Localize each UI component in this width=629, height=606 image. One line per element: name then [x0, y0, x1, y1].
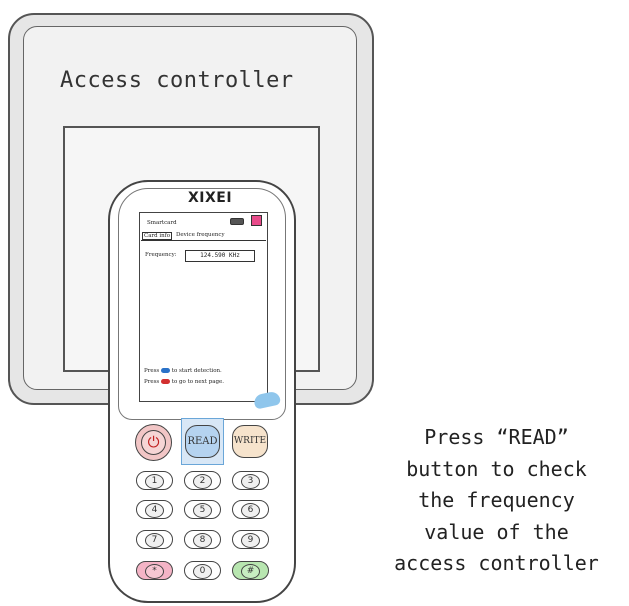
- frequency-label: Frequency:: [145, 252, 177, 258]
- tab-divider: [141, 240, 266, 241]
- key-0[interactable]: 0: [184, 561, 221, 580]
- hint-line1-suffix: to start detection.: [171, 368, 222, 374]
- read-button[interactable]: READ: [185, 425, 220, 458]
- status-indicator-icon: [251, 215, 262, 226]
- key-7-label: 7: [145, 533, 164, 548]
- hint-line1-prefix: Press: [144, 368, 160, 374]
- key-2-label: 2: [193, 474, 212, 489]
- caption-line-1: Press “READ”: [424, 425, 569, 449]
- hint-line-start-detection: Press to start detection.: [144, 368, 222, 374]
- key-hash[interactable]: #: [232, 561, 269, 580]
- key-star-label: *: [145, 564, 164, 579]
- key-6[interactable]: 6: [232, 500, 269, 519]
- frequency-value-field: 124.590 KHz: [185, 250, 255, 262]
- key-8[interactable]: 8: [184, 530, 221, 549]
- handheld-brand-label: XIXEI: [187, 190, 233, 206]
- key-6-label: 6: [241, 503, 260, 518]
- key-1[interactable]: 1: [136, 471, 173, 490]
- key-7[interactable]: 7: [136, 530, 173, 549]
- caption-line-2: button to check: [406, 456, 587, 481]
- key-2[interactable]: 2: [184, 471, 221, 490]
- power-icon[interactable]: ⏻: [141, 430, 166, 455]
- key-1-label: 1: [145, 474, 164, 489]
- tab-device-frequency[interactable]: Device frequency: [176, 232, 225, 238]
- key-4[interactable]: 4: [136, 500, 173, 519]
- key-9[interactable]: 9: [232, 530, 269, 549]
- mini-read-button-icon: [160, 368, 170, 373]
- key-0-label: 0: [193, 564, 212, 579]
- key-3-label: 3: [241, 474, 260, 489]
- key-4-label: 4: [145, 503, 164, 518]
- hint-line2-prefix: Press: [144, 379, 160, 385]
- instruction-caption: Press “READ” button to check the frequen…: [364, 422, 629, 580]
- hint-line-next-page: Press to go to next page.: [144, 379, 224, 385]
- key-8-label: 8: [193, 533, 212, 548]
- battery-icon: [230, 218, 244, 225]
- screen-header-label: Smartcard: [147, 220, 177, 226]
- key-5[interactable]: 5: [184, 500, 221, 519]
- key-hash-label: #: [241, 564, 260, 579]
- tab-card-info[interactable]: Card info: [142, 232, 173, 240]
- mini-red-button-icon: [160, 379, 170, 384]
- write-button[interactable]: WRITE: [232, 425, 268, 458]
- hint-line2-suffix: to go to next page.: [171, 379, 225, 385]
- key-9-label: 9: [241, 533, 260, 548]
- caption-line-3: the frequency: [418, 488, 575, 512]
- access-controller-title: Access controller: [60, 68, 294, 93]
- key-3[interactable]: 3: [232, 471, 269, 490]
- caption-line-4: value of the: [424, 519, 569, 544]
- caption-line-5: access controller: [394, 551, 599, 575]
- key-star[interactable]: *: [136, 561, 173, 580]
- key-5-label: 5: [193, 503, 212, 518]
